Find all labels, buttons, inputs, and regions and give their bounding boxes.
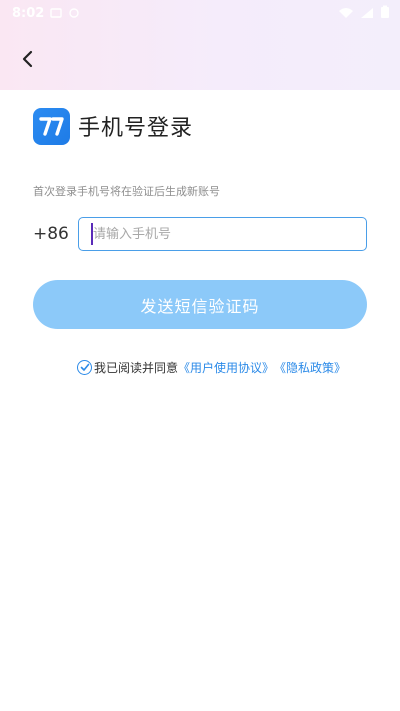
check-icon bbox=[80, 363, 89, 371]
agreement-prefix: 我已阅读并同意 bbox=[94, 360, 179, 375]
title-row: 手机号登录 bbox=[33, 107, 193, 145]
send-sms-code-button[interactable]: 发送短信验证码 bbox=[33, 280, 367, 329]
status-time: 8:02 bbox=[12, 5, 45, 21]
new-account-hint: 首次登录手机号将在验证后生成新账号 bbox=[33, 185, 220, 198]
app-logo-icon bbox=[33, 107, 70, 145]
back-button[interactable] bbox=[14, 46, 40, 72]
agreement-row: 我已阅读并同意 《用户使用协议》 《隐私政策》 bbox=[77, 358, 346, 376]
phone-number-input[interactable] bbox=[78, 217, 367, 251]
wifi-icon bbox=[338, 4, 354, 23]
privacy-policy-link[interactable]: 《隐私政策》 bbox=[274, 359, 346, 376]
status-icons bbox=[338, 4, 390, 23]
status-left: 8:02 bbox=[12, 4, 80, 23]
battery-icon bbox=[380, 4, 390, 23]
signal-icon bbox=[360, 4, 374, 23]
status-bar: 8:02 bbox=[0, 0, 400, 26]
page-title: 手机号登录 bbox=[78, 116, 194, 141]
agreement-checkbox[interactable] bbox=[77, 359, 92, 375]
user-agreement-link[interactable]: 《用户使用协议》 bbox=[178, 359, 274, 376]
message-icon bbox=[68, 4, 80, 23]
notification-icon bbox=[50, 4, 63, 23]
chevron-left-icon bbox=[22, 50, 33, 68]
country-code[interactable]: +86 bbox=[33, 224, 69, 244]
